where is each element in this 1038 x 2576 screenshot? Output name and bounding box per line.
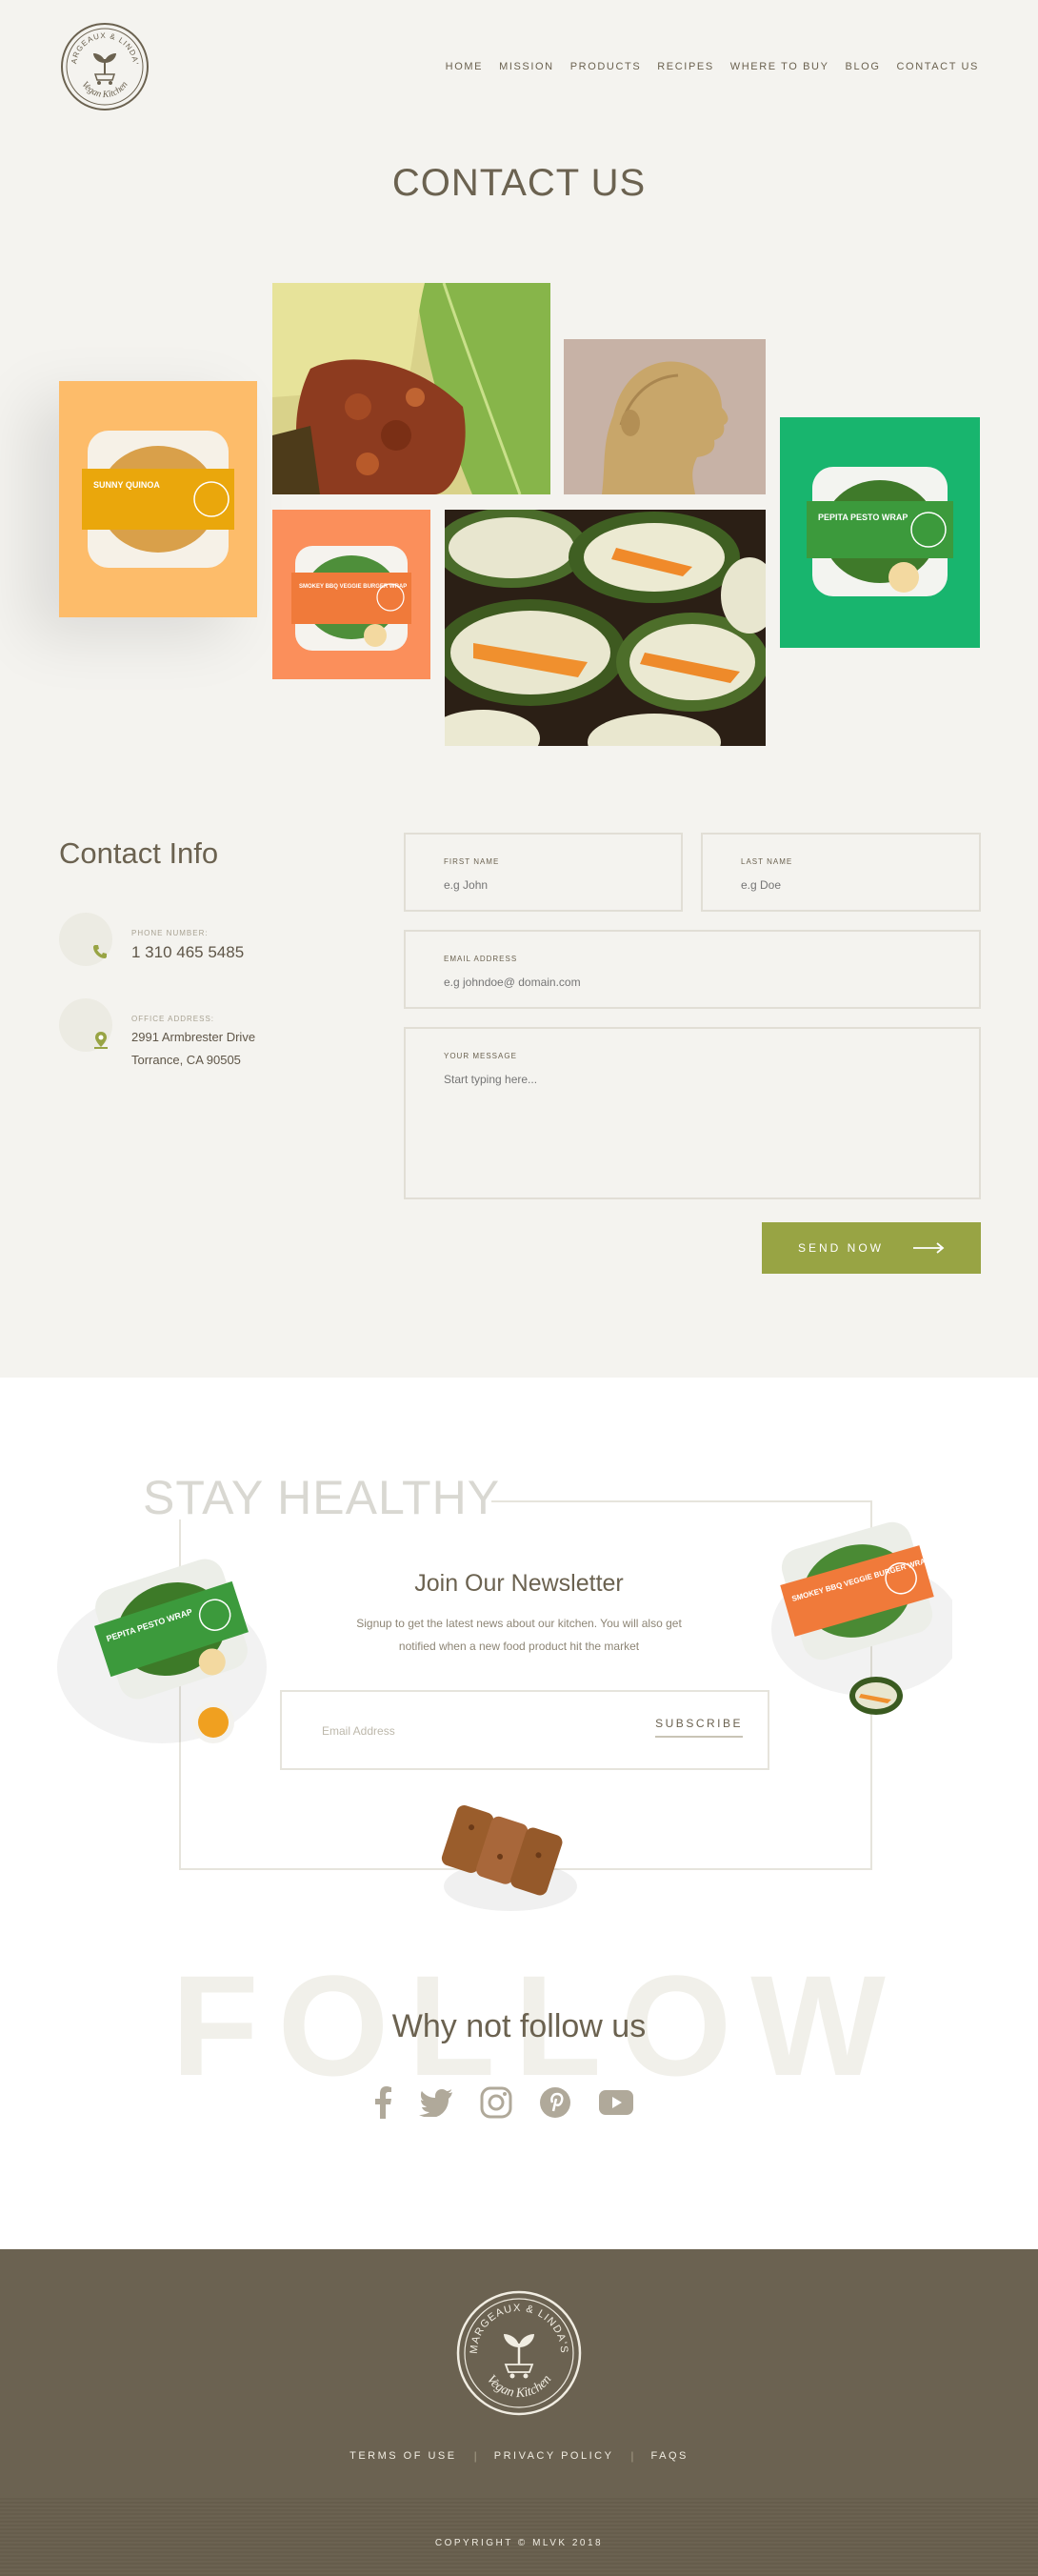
- footer-bottom-bar: [0, 2496, 1038, 2576]
- svg-text:Vegan Kitchen: Vegan Kitchen: [484, 2373, 555, 2402]
- last-name-input[interactable]: [741, 878, 960, 892]
- first-name-field[interactable]: FIRST NAME: [404, 833, 683, 912]
- copyright-text: COPYRIGHT © MLVK 2018: [434, 2538, 604, 2548]
- arrow-right-icon: [913, 1242, 945, 1254]
- footer-divider: |: [630, 2449, 634, 2463]
- youtube-icon[interactable]: [598, 2089, 634, 2116]
- phone-icon: [93, 945, 107, 958]
- phone-label: PHONE NUMBER:: [131, 929, 209, 937]
- nav-blog[interactable]: BLOG: [846, 61, 881, 72]
- first-name-input[interactable]: [444, 878, 662, 892]
- nav-mission[interactable]: MISSION: [499, 61, 554, 72]
- product-image-orange: SMOKEY BBQ VEGGIE BURGER WRAP: [272, 510, 430, 679]
- nav-home[interactable]: HOME: [446, 61, 483, 72]
- page-title: CONTACT US: [391, 162, 647, 204]
- send-now-button[interactable]: SEND NOW: [762, 1222, 981, 1274]
- newsletter-title: Join Our Newsletter: [414, 1570, 624, 1597]
- svg-text:SMOKEY BBQ VEGGIE BURGER WRAP: SMOKEY BBQ VEGGIE BURGER WRAP: [299, 584, 407, 590]
- email-input[interactable]: [444, 976, 960, 989]
- sculpture-head-image: [564, 339, 766, 494]
- footer-link-privacy[interactable]: PRIVACY POLICY: [494, 2450, 614, 2462]
- footer-link-terms[interactable]: TERMS OF USE: [349, 2450, 457, 2462]
- food-bar-image: [441, 1805, 577, 1911]
- nav-where-to-buy[interactable]: WHERE TO BUY: [730, 61, 829, 72]
- stay-healthy-heading: STAY HEALTHY: [143, 1471, 501, 1524]
- social-icons: [373, 2086, 634, 2119]
- pinterest-icon[interactable]: [539, 2086, 571, 2119]
- product-image-green: PEPITA PESTO WRAP: [780, 417, 980, 648]
- food-image-sliced-wraps: [445, 510, 766, 746]
- newsletter-email-input[interactable]: Email Address: [322, 1724, 395, 1738]
- svg-text:SUNNY QUINOA: SUNNY QUINOA: [93, 480, 160, 490]
- send-now-label: SEND NOW: [798, 1241, 884, 1255]
- email-field[interactable]: EMAIL ADDRESS: [404, 930, 981, 1009]
- food-image-wrap-closeup: [272, 283, 550, 494]
- message-textarea[interactable]: [444, 1073, 960, 1177]
- footer-divider: |: [473, 2449, 477, 2463]
- address-line-2: Torrance, CA 90505: [131, 1053, 241, 1067]
- message-field[interactable]: YOUR MESSAGE: [404, 1027, 981, 1199]
- subscribe-button[interactable]: SUBSCRIBE: [655, 1717, 743, 1738]
- svg-text:PEPITA PESTO WRAP: PEPITA PESTO WRAP: [818, 513, 908, 522]
- message-label: YOUR MESSAGE: [444, 1052, 517, 1060]
- brand-logo[interactable]: MARGEAUX & LINDA'S Vegan Kitchen: [55, 14, 150, 112]
- main-nav: HOME MISSION PRODUCTS RECIPES WHERE TO B…: [446, 61, 979, 72]
- email-label: EMAIL ADDRESS: [444, 955, 518, 963]
- phone-number[interactable]: 1 310 465 5485: [131, 943, 244, 962]
- last-name-label: LAST NAME: [741, 857, 793, 866]
- follow-title: Why not follow us: [391, 2008, 647, 2044]
- address-label: OFFICE ADDRESS:: [131, 1015, 215, 1023]
- svg-text:Vegan Kitchen: Vegan Kitchen: [79, 80, 130, 101]
- contact-info-title: Contact Info: [59, 836, 219, 870]
- nav-products[interactable]: PRODUCTS: [570, 61, 642, 72]
- nav-recipes[interactable]: RECIPES: [657, 61, 714, 72]
- twitter-icon[interactable]: [419, 2088, 453, 2117]
- nav-contact-us[interactable]: CONTACT US: [897, 61, 980, 72]
- product-image-yellow: SUNNY QUINOA: [59, 381, 257, 617]
- newsletter-subtitle: Signup to get the latest news about our …: [356, 1617, 682, 1653]
- facebook-icon[interactable]: [373, 2086, 392, 2119]
- last-name-field[interactable]: LAST NAME: [701, 833, 981, 912]
- footer-links: TERMS OF USE | PRIVACY POLICY | FAQS: [0, 2449, 1038, 2463]
- first-name-label: FIRST NAME: [444, 857, 500, 866]
- footer-link-faqs[interactable]: FAQS: [651, 2450, 689, 2462]
- newsletter-form: Email Address SUBSCRIBE: [280, 1690, 769, 1770]
- footer-logo[interactable]: MARGEAUX & LINDA'S Vegan Kitchen: [454, 2288, 584, 2418]
- newsletter-product-right: SMOKEY BBQ VEGGIE BURGER WRAP: [771, 1521, 952, 1715]
- instagram-icon[interactable]: [480, 2086, 512, 2119]
- address-line-1: 2991 Armbrester Drive: [131, 1030, 256, 1044]
- location-pin-icon: [94, 1032, 108, 1049]
- newsletter-product-left: PEPITA PESTO WRAP: [57, 1559, 267, 1743]
